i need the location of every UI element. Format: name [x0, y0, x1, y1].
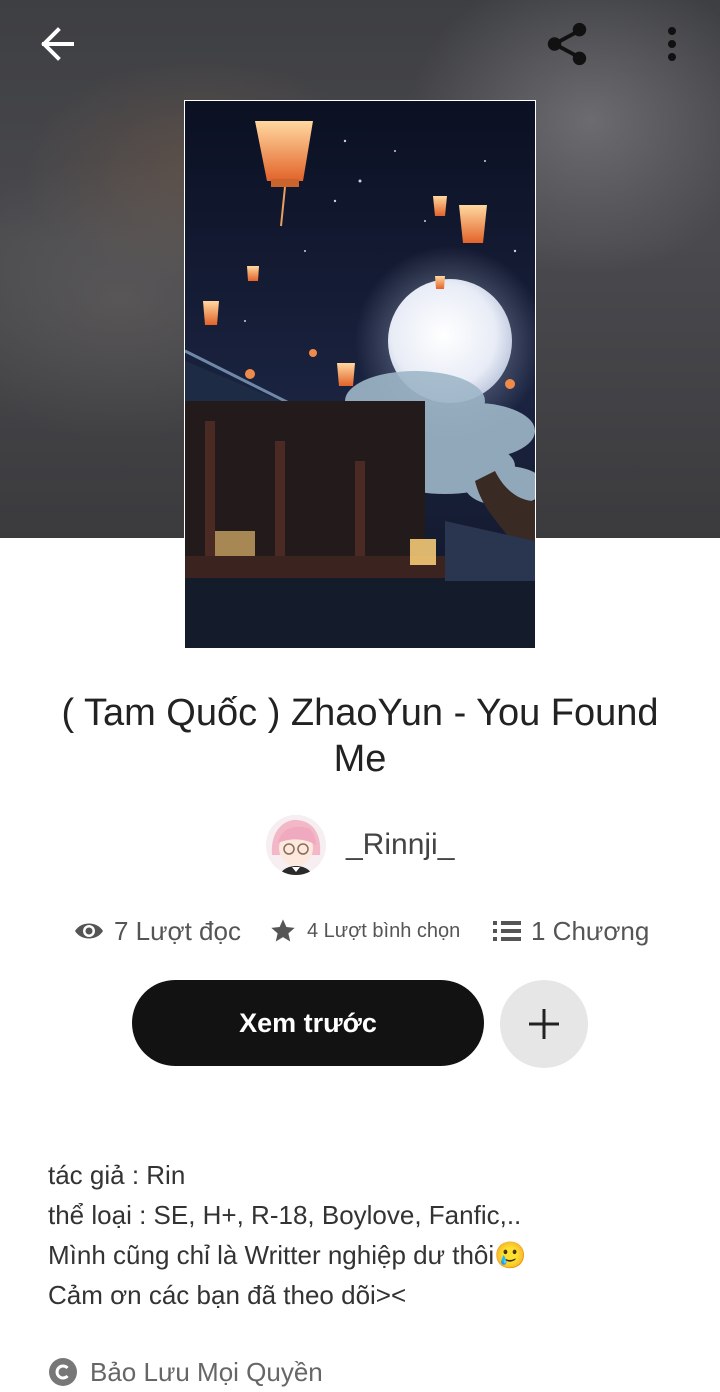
description-line: tác giả : Rin — [48, 1160, 186, 1190]
description-line: thể loại : SE, H+, R-18, Boylove, Fanfic… — [48, 1200, 522, 1230]
list-icon — [493, 921, 521, 941]
plus-icon — [529, 1009, 559, 1039]
story-cover-image[interactable] — [184, 100, 536, 649]
reads-stat: 7 Lượt đọc — [74, 908, 241, 954]
avatar — [266, 815, 326, 875]
preview-button[interactable]: Xem trước — [132, 980, 484, 1066]
author-name: _Rinnji_ — [346, 828, 455, 861]
description-line: Mình cũng chỉ là Writter nghiệp dư thôi🥲 — [48, 1240, 527, 1270]
story-title: ( Tam Quốc ) ZhaoYun - You Found Me — [61, 692, 659, 780]
reads-count: 7 Lượt đọc — [114, 915, 241, 946]
more-vertical-icon — [668, 27, 676, 61]
story-stats: 7 Lượt đọc 4 Lượt bình chọn 1 Chương — [0, 908, 720, 954]
share-button[interactable] — [543, 20, 591, 68]
copyright-icon — [49, 1358, 77, 1386]
votes-count: 4 Lượt bình chọn — [307, 919, 461, 942]
author-link[interactable]: _Rinnji_ — [266, 814, 454, 876]
star-icon — [271, 919, 295, 942]
share-icon — [547, 22, 587, 66]
add-to-library-button[interactable] — [500, 980, 588, 1068]
more-button[interactable] — [648, 20, 696, 68]
description-line: Cảm ơn các bạn đã theo dõi>< — [48, 1280, 407, 1310]
copyright-label: Bảo Lưu Mọi Quyền — [90, 1356, 323, 1387]
votes-stat: 4 Lượt bình chọn — [269, 908, 460, 954]
story-description: tác giả : Rin thể loại : SE, H+, R-18, B… — [48, 1155, 688, 1315]
back-button[interactable] — [32, 20, 80, 68]
copyright-notice: Bảo Lưu Mọi Quyền — [48, 1352, 323, 1392]
chapters-stat: 1 Chương — [493, 908, 649, 954]
chapters-count: 1 Chương — [531, 915, 650, 946]
eye-icon — [75, 923, 103, 939]
arrow-left-icon — [41, 27, 74, 61]
